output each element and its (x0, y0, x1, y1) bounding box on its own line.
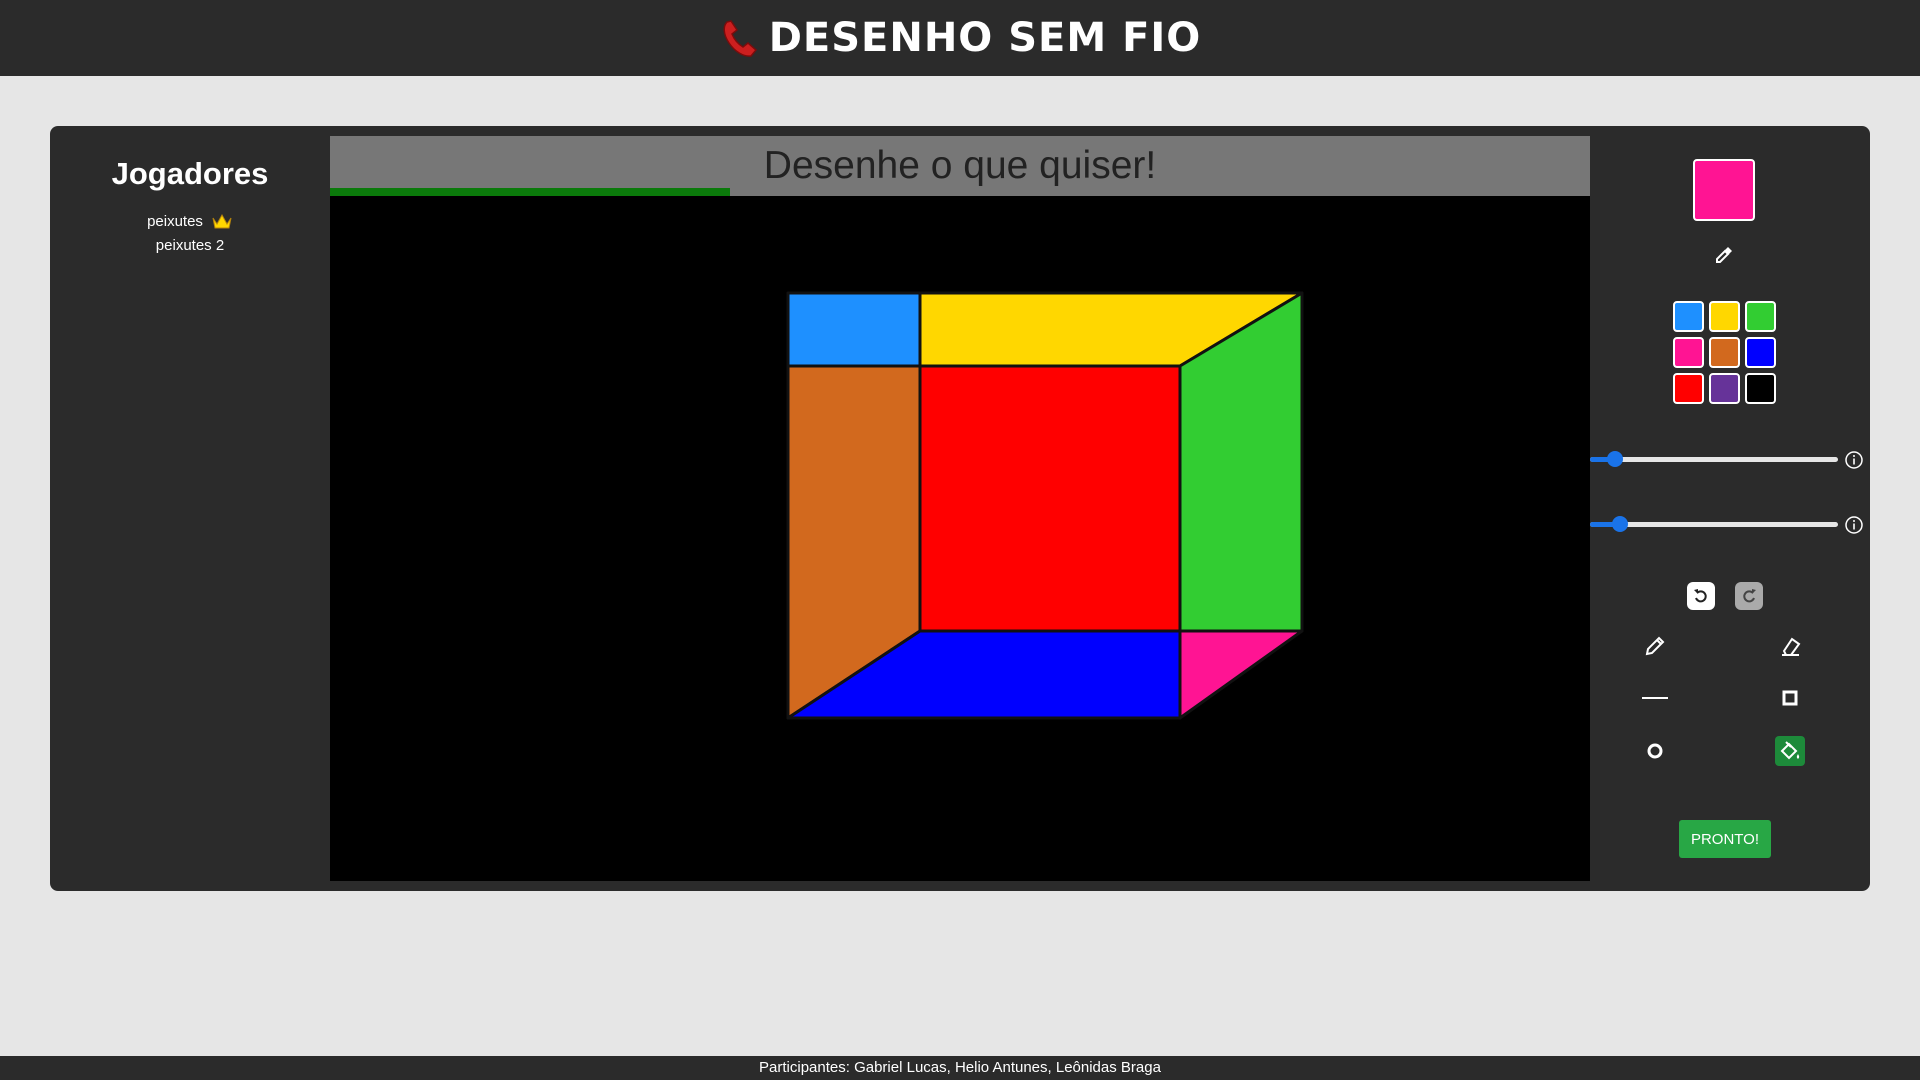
player-row: peixutes 2 (50, 234, 330, 258)
prompt-bar: Desenhe o que quiser! (330, 136, 1590, 196)
slider-thumb[interactable] (1606, 451, 1623, 467)
timer-bar (330, 188, 731, 196)
circle-tool-button[interactable] (1640, 736, 1670, 766)
app-title: DESENHO SEM FIO (768, 15, 1202, 61)
slider-track[interactable] (1590, 457, 1838, 462)
color-palette (1673, 301, 1776, 404)
cube-bottom-right-face (1178, 629, 1304, 720)
footer-credits: Participantes: Gabriel Lucas, Helio Antu… (759, 1059, 1161, 1076)
info-icon[interactable] (1844, 450, 1864, 474)
history-controls (1687, 582, 1763, 610)
player-name: peixutes 2 (155, 237, 225, 254)
drawing-board[interactable]: Desenhe o que quiser! (330, 136, 1590, 881)
color-swatch[interactable] (1709, 301, 1740, 332)
color-swatch[interactable] (1673, 337, 1704, 368)
color-swatch[interactable] (1709, 337, 1740, 368)
paint-bucket-icon (1780, 741, 1800, 760)
redo-button[interactable] (1735, 582, 1763, 610)
crown-icon (211, 213, 233, 231)
color-swatch[interactable] (1745, 337, 1776, 368)
player-name: peixutes (147, 213, 203, 230)
color-swatch[interactable] (1709, 373, 1740, 404)
color-swatch[interactable] (1673, 373, 1704, 404)
tools-panel: PRONTO! (1590, 126, 1870, 891)
current-color-swatch[interactable] (1693, 159, 1755, 221)
eyedropper-icon[interactable] (1714, 245, 1734, 265)
color-swatch[interactable] (1745, 301, 1776, 332)
cube-front-face (918, 364, 1182, 633)
prompt-text: Desenhe o que quiser! (763, 144, 1157, 187)
undo-icon (1694, 589, 1707, 603)
opacity-slider[interactable] (1590, 513, 1870, 537)
player-row: peixutes (50, 210, 330, 234)
info-icon[interactable] (1844, 515, 1864, 539)
players-panel: Jogadores peixutes peixutes 2 (50, 126, 330, 891)
cube-top-left-face (786, 291, 922, 368)
line-tool-button[interactable] (1640, 683, 1670, 713)
square-icon (1782, 690, 1798, 706)
footer: Participantes: Gabriel Lucas, Helio Antu… (0, 1056, 1920, 1080)
drawing (786, 291, 1304, 720)
pencil-tool-button[interactable] (1640, 631, 1670, 661)
eraser-icon (1782, 637, 1801, 656)
undo-button[interactable] (1687, 582, 1715, 610)
rectangle-tool-button[interactable] (1775, 683, 1805, 713)
players-list: peixutes peixutes 2 (50, 210, 330, 258)
done-button[interactable]: PRONTO! (1679, 820, 1771, 858)
eraser-tool-button[interactable] (1775, 631, 1805, 661)
players-title: Jogadores (111, 156, 269, 191)
telephone-icon (719, 16, 763, 60)
pencil-icon (1645, 636, 1665, 656)
brand: DESENHO SEM FIO (719, 15, 1202, 61)
brush-size-slider[interactable] (1590, 448, 1870, 472)
fill-tool-button[interactable] (1775, 736, 1805, 766)
slider-thumb[interactable] (1611, 516, 1628, 532)
color-swatch[interactable] (1745, 373, 1776, 404)
top-bar: DESENHO SEM FIO (0, 0, 1920, 76)
circle-icon (1647, 743, 1663, 759)
line-icon (1642, 697, 1668, 699)
redo-icon (1743, 589, 1756, 603)
drawing-canvas[interactable] (330, 196, 1590, 881)
color-swatch[interactable] (1673, 301, 1704, 332)
game-panel: Jogadores peixutes peixutes 2 Desenhe o … (50, 126, 1870, 891)
